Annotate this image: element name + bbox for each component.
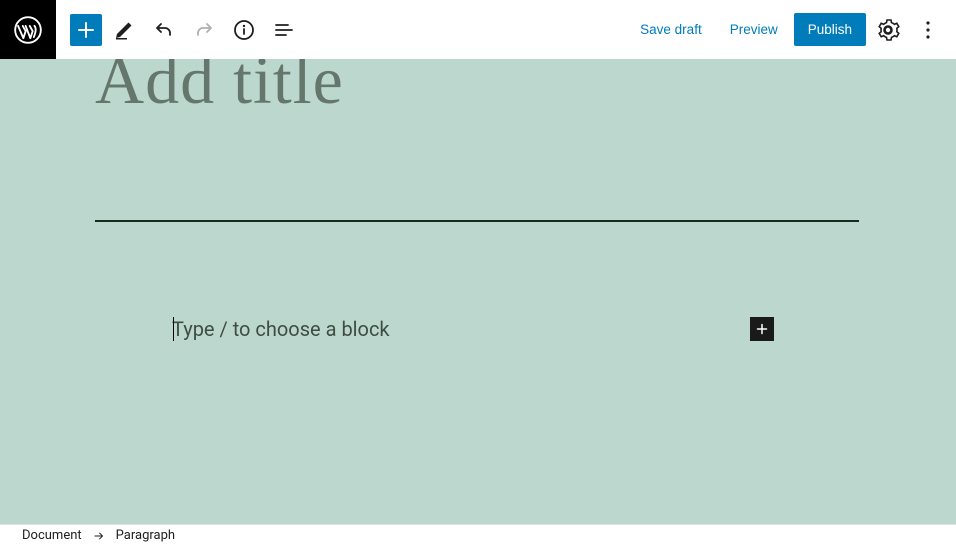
edit-tool-button[interactable] [106, 12, 142, 48]
editor-top-toolbar: Save draft Preview Publish [0, 0, 956, 59]
redo-icon [192, 18, 216, 42]
plus-icon [74, 18, 98, 42]
wordpress-icon [14, 16, 42, 44]
editor-canvas[interactable]: Add title [0, 59, 956, 524]
plus-icon [753, 320, 771, 338]
toolbar-left-group [56, 12, 302, 48]
wordpress-logo-button[interactable] [0, 0, 56, 59]
preview-button[interactable]: Preview [718, 14, 790, 45]
separator-block[interactable] [95, 220, 859, 222]
block-breadcrumb: Document Paragraph [0, 524, 956, 546]
toolbar-right-group: Save draft Preview Publish [628, 12, 956, 48]
settings-button[interactable] [870, 12, 906, 48]
paragraph-block[interactable] [172, 317, 774, 341]
gear-icon [876, 18, 900, 42]
list-view-icon [272, 18, 296, 42]
pencil-icon [112, 18, 136, 42]
breadcrumb-paragraph[interactable]: Paragraph [116, 528, 175, 543]
inline-add-block-button[interactable] [750, 317, 774, 341]
block-text-input[interactable] [172, 317, 750, 341]
outline-button[interactable] [266, 12, 302, 48]
breadcrumb-document[interactable]: Document [22, 528, 82, 543]
post-title-input[interactable]: Add title [95, 59, 344, 120]
info-icon [232, 18, 256, 42]
add-block-button[interactable] [70, 14, 102, 46]
kebab-icon [916, 18, 940, 42]
undo-button[interactable] [146, 12, 182, 48]
publish-button[interactable]: Publish [794, 13, 866, 46]
undo-icon [152, 18, 176, 42]
more-options-button[interactable] [910, 12, 946, 48]
redo-button[interactable] [186, 12, 222, 48]
details-button[interactable] [226, 12, 262, 48]
breadcrumb-separator [92, 529, 106, 543]
arrow-right-icon [92, 529, 106, 543]
save-draft-button[interactable]: Save draft [628, 14, 714, 45]
